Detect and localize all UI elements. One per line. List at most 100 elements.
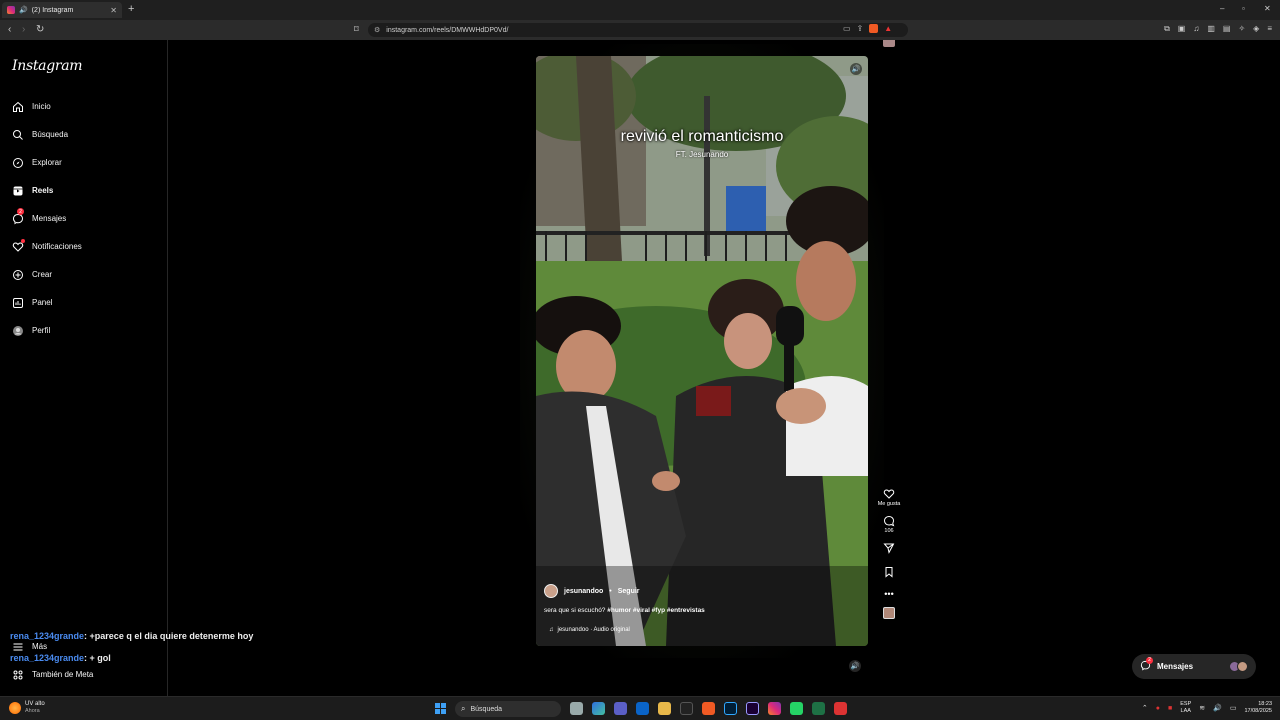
url-field[interactable]: ⚙ instagram.com/reels/DMWWHdDP0Vd/ (368, 23, 908, 37)
teams-icon[interactable] (614, 702, 627, 715)
sidebar-item-crear[interactable]: Crear (12, 266, 52, 282)
weather-widget[interactable]: UV alto Ahora (9, 701, 45, 715)
plus-square-icon (12, 268, 24, 280)
battery-icon[interactable]: ▭ (1230, 704, 1237, 712)
sidebar-item-label: Explorar (32, 157, 62, 167)
sidebar-item-inicio[interactable]: Inicio (12, 98, 51, 114)
chat-username: rena_1234grande (10, 631, 85, 641)
sidebar-item-notificaciones[interactable]: Notificaciones (12, 238, 82, 254)
chevron-up-icon[interactable]: ⌃ (1142, 704, 1148, 712)
author-avatar[interactable] (544, 584, 558, 598)
sidebar-item-mensajes[interactable]: 2 Mensajes (12, 208, 66, 226)
leo-icon[interactable]: ✧ (1238, 24, 1245, 34)
sheets-icon[interactable] (812, 702, 825, 715)
close-window-button[interactable]: ✕ (1264, 4, 1271, 13)
language-indicator[interactable]: ESP LAA (1180, 701, 1191, 715)
share-icon[interactable]: ⇪ (857, 24, 864, 33)
tab-close-icon[interactable]: ✕ (110, 6, 117, 15)
whatsapp-icon[interactable] (790, 702, 803, 715)
tray-app-icon[interactable]: ■ (1168, 705, 1172, 712)
sidebar-item-meta[interactable]: También de Meta (12, 666, 93, 682)
app-icon[interactable] (834, 702, 847, 715)
audio-thumbnail[interactable] (883, 607, 895, 619)
like-button[interactable]: Me gusta (878, 488, 900, 507)
brave-rewards-icon[interactable]: ▲ (884, 24, 892, 33)
save-button[interactable] (883, 566, 895, 578)
sidebar-item-panel[interactable]: Panel (12, 294, 52, 310)
task-view-icon[interactable] (570, 702, 583, 715)
more-options-button[interactable]: ••• (884, 588, 893, 599)
reel-audio[interactable]: ♫ jesunandoo · Audio original (549, 627, 630, 633)
app-icon[interactable] (680, 702, 693, 715)
description-text: sera que si escuchó? (544, 607, 606, 614)
brave-icon[interactable] (702, 702, 715, 715)
outlook-icon[interactable] (636, 702, 649, 715)
back-button[interactable]: ‹ (8, 24, 11, 35)
minimize-button[interactable]: – (1220, 4, 1224, 13)
sidebar-item-explorar[interactable]: Explorar (12, 154, 62, 170)
comments-count: 106 (884, 528, 894, 534)
clock[interactable]: 18:23 17/08/2025 (1244, 701, 1272, 715)
instagram-icon[interactable] (768, 702, 781, 715)
forward-button[interactable]: › (22, 24, 25, 35)
avatar-icon (12, 324, 24, 336)
comment-button[interactable]: 106 (883, 515, 895, 534)
audio-playing-icon[interactable]: 🔊 (19, 6, 28, 14)
menu-icon[interactable]: ≡ (1267, 24, 1272, 34)
new-tab-button[interactable]: + (128, 3, 134, 15)
extensions-icon[interactable]: ⧉ (1164, 24, 1170, 34)
hashtags[interactable]: #humor #viral #fyp #entrevistas (607, 607, 705, 614)
more-icon: ••• (884, 589, 894, 599)
taskbar-search[interactable]: ⌕ Búsqueda (455, 701, 561, 717)
reel-video[interactable]: revivió el romanticismo FT. Jesunando (536, 56, 868, 646)
windows-logo-icon (441, 703, 446, 708)
sidebar-item-label: Búsqueda (32, 129, 69, 139)
reel-caption: revivió el romanticismo (620, 128, 784, 145)
premiere-icon[interactable] (746, 702, 759, 715)
chat-username: rena_1234grande (10, 653, 85, 663)
wallet-icon[interactable]: ▣ (1178, 24, 1186, 34)
volume-icon[interactable]: 🔊 (1213, 704, 1222, 712)
reel-author-row: jesunandoo • Seguir (544, 584, 640, 598)
sidebar-item-label: Inicio (32, 101, 51, 111)
browser-tab[interactable]: 🔊 (2) Instagram ✕ (2, 2, 122, 18)
media-icon[interactable]: ♫ (1193, 24, 1199, 34)
volume-icon[interactable]: 🔊 (850, 63, 862, 75)
author-name[interactable]: jesunandoo (564, 588, 603, 595)
cast-icon[interactable]: ▭ (843, 24, 851, 33)
maximize-button[interactable]: ▫ (1242, 4, 1245, 13)
audio-label: jesunandoo · Audio original (557, 627, 630, 633)
file-explorer-icon[interactable] (658, 702, 671, 715)
wallet-2-icon[interactable]: ▤ (1223, 24, 1231, 34)
system-tray: ⌃ ● ■ ESP LAA ≋ 🔊 ▭ 18:23 17/08/2025 (1142, 701, 1272, 715)
start-button[interactable] (435, 703, 446, 714)
tray-app-icon[interactable]: ● (1156, 705, 1160, 712)
chart-icon (12, 296, 24, 308)
instagram-logo[interactable]: Instagram (12, 58, 83, 74)
audio-thumbnail-image (883, 607, 895, 619)
wifi-icon[interactable]: ≋ (1199, 704, 1205, 712)
follow-button[interactable]: Seguir (618, 588, 640, 595)
reel-subcaption: FT. Jesunando (675, 150, 729, 159)
photoshop-icon[interactable] (724, 702, 737, 715)
messenger-icon: 2 (12, 208, 24, 225)
brave-shield-icon[interactable] (869, 24, 879, 33)
site-info-icon[interactable]: ⚙ (374, 26, 380, 34)
sidebar-item-perfil[interactable]: Perfil (12, 322, 50, 338)
vpn-icon[interactable]: ◈ (1253, 24, 1259, 34)
sidebar-item-label: Notificaciones (32, 241, 82, 251)
sidebar-item-label: También de Meta (32, 669, 94, 679)
compass-icon (12, 156, 24, 168)
reload-button[interactable]: ↻ (36, 24, 44, 35)
bookmark-icon[interactable]: ⌑ (354, 24, 359, 35)
chat-message: rena_1234grande: + gol (10, 653, 111, 663)
sidebar-item-reels[interactable]: Reels (12, 182, 53, 198)
volume-icon[interactable]: 🔊 (849, 660, 861, 672)
browser-tab-bar: 🔊 (2) Instagram ✕ + – ▫ ✕ (0, 0, 1280, 20)
copilot-icon[interactable] (592, 702, 605, 715)
previous-reel-avatar[interactable] (883, 40, 895, 47)
sidebar-toggle-icon[interactable]: ▥ (1207, 24, 1215, 34)
sidebar-item-busqueda[interactable]: Búsqueda (12, 126, 68, 142)
messages-pill[interactable]: 2 Mensajes (1132, 654, 1256, 679)
share-button[interactable] (883, 542, 895, 554)
